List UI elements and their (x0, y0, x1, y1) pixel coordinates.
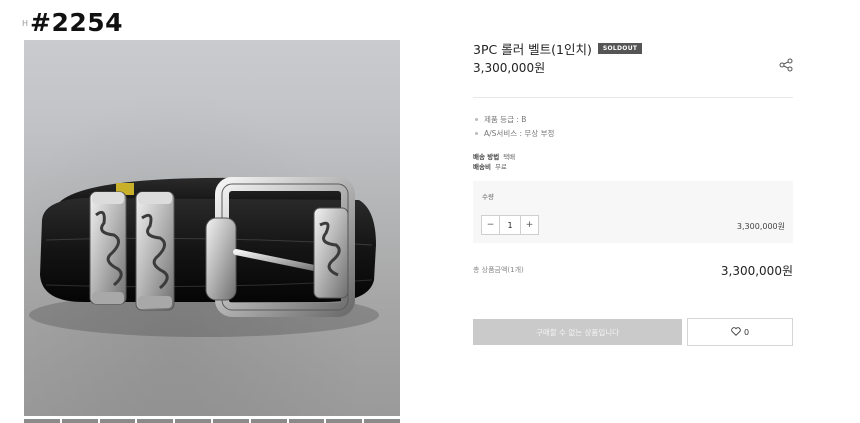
buy-button-disabled[interactable]: 구매할 수 없는 상품입니다 (473, 319, 682, 345)
thumbnail[interactable] (99, 419, 136, 423)
shipping-method-label: 배송 방법 (473, 153, 500, 161)
bullet-icon (475, 117, 478, 121)
thumbnail[interactable] (288, 419, 325, 423)
share-icon[interactable] (779, 57, 793, 72)
total-value: 3,300,000원 (720, 264, 793, 278)
thumbnail[interactable] (326, 419, 363, 423)
quantity-stepper[interactable]: − 1 + (481, 215, 539, 235)
product-price: 3,300,000원 (473, 61, 546, 75)
thumbnail[interactable] (212, 419, 249, 423)
attribute-item: 제품 등급 : B (473, 112, 554, 126)
like-button[interactable]: 0 (687, 318, 793, 346)
belt-photo-illustration (29, 177, 379, 337)
line-price: 3,300,000원 (736, 222, 785, 231)
heart-icon (731, 326, 741, 338)
product-title: 3PC 롤러 벨트(1인치) (473, 42, 592, 57)
thumbnail[interactable] (250, 419, 287, 423)
shipping-fee-value: 무료 (494, 163, 507, 171)
shipping-method-value: 택배 (503, 153, 516, 161)
thumbnail[interactable] (61, 419, 98, 423)
thumbnail[interactable] (364, 419, 400, 423)
like-count: 0 (743, 327, 750, 337)
soldout-badge: SOLDOUT (597, 43, 643, 54)
breadcrumb[interactable]: H (22, 19, 28, 28)
product-image (24, 40, 400, 416)
shipping-info: 배송 방법 택배 배송비 무료 (473, 152, 515, 172)
watermark-number: #2254 (30, 8, 124, 37)
bullet-icon (475, 131, 478, 135)
attribute-list: 제품 등급 : B A/S서비스 : 무상 부정 (473, 112, 554, 140)
quantity-value[interactable]: 1 (499, 216, 521, 234)
product-info-panel: 3PC 롤러 벨트(1인치) SOLDOUT 3,300,000원 제품 등급 … (473, 0, 793, 423)
quantity-box: 수량 − 1 + 3,300,000원 (473, 181, 793, 243)
divider (473, 97, 793, 98)
thumbnail-strip[interactable] (24, 419, 400, 423)
thumbnail[interactable] (175, 419, 211, 423)
thumbnail[interactable] (24, 419, 60, 423)
attribute-item: A/S서비스 : 무상 부정 (473, 126, 554, 140)
thumbnail[interactable] (137, 419, 174, 423)
shipping-fee-label: 배송비 (473, 163, 491, 171)
quantity-increase-button[interactable]: + (521, 216, 538, 234)
quantity-decrease-button[interactable]: − (482, 216, 499, 234)
title-row: 3PC 롤러 벨트(1인치) SOLDOUT (473, 39, 643, 58)
quantity-label: 수량 (482, 193, 494, 201)
total-label: 총 상품금액(1개) (473, 266, 524, 274)
